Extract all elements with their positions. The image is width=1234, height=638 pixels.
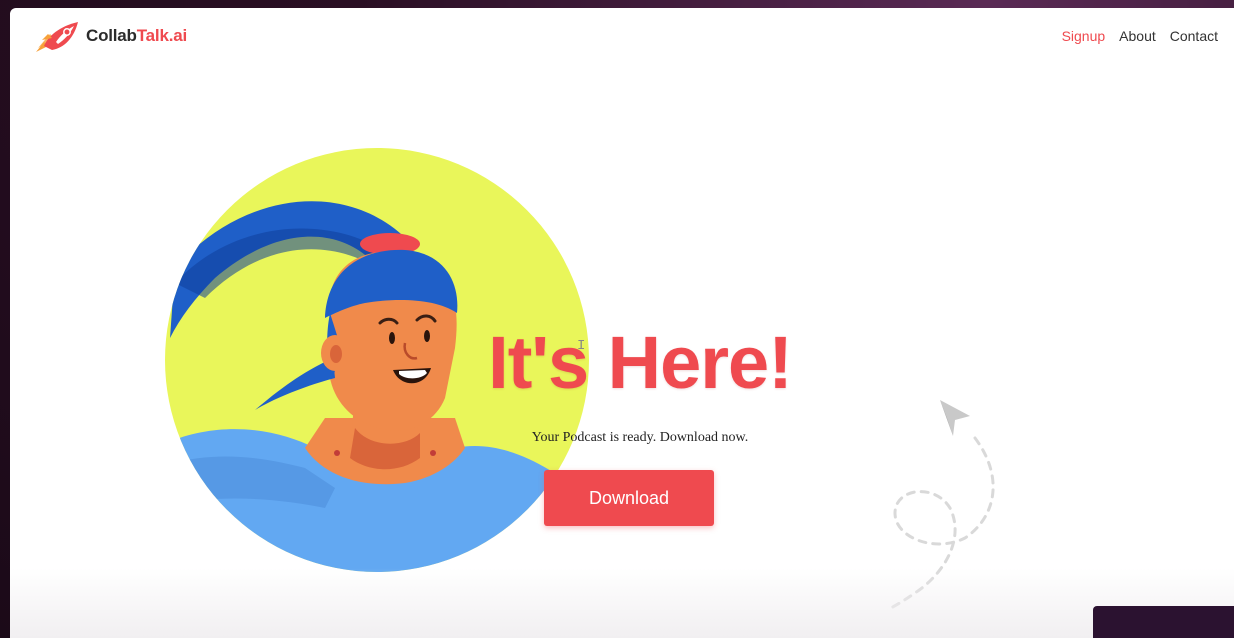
taskbar-corner <box>1093 606 1234 638</box>
download-button[interactable]: Download <box>544 470 714 526</box>
hero-subtitle: Your Podcast is ready. Download now. <box>531 430 749 445</box>
page-bottom-fade <box>10 568 1234 638</box>
brand-name: CollabTalk.ai <box>86 26 187 46</box>
nav-link-contact[interactable]: Contact <box>1170 28 1218 44</box>
brand-name-suffix: Talk.ai <box>136 26 188 45</box>
nav-link-signup[interactable]: Signup <box>1062 28 1106 44</box>
rocket-icon <box>36 22 78 52</box>
brand-name-prefix: Collab <box>86 26 137 45</box>
brand-logo[interactable]: CollabTalk.ai <box>34 18 187 54</box>
top-nav: Signup About Contact <box>1062 28 1218 44</box>
hero-headline: It's Here! <box>488 321 793 404</box>
text-cursor-icon: I <box>577 338 586 354</box>
browser-page: CollabTalk.ai Signup About Contact It's … <box>10 8 1234 638</box>
nav-link-about[interactable]: About <box>1119 28 1156 44</box>
